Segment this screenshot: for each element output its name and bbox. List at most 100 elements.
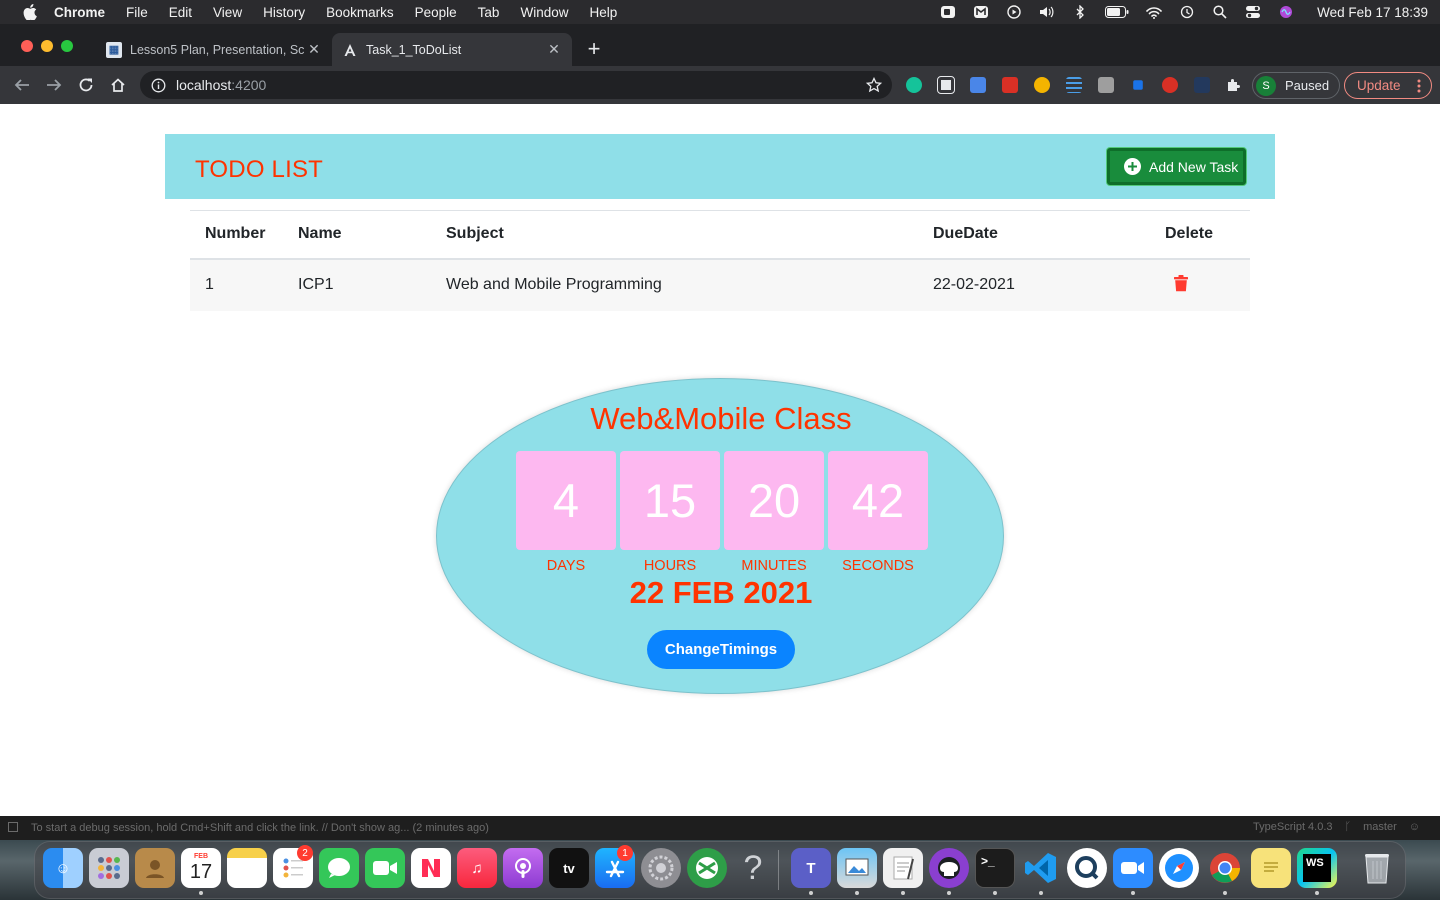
change-timings-button[interactable]: ChangeTimings bbox=[647, 630, 795, 669]
notes-extension-icon[interactable] bbox=[1098, 77, 1114, 93]
forward-arrow-icon[interactable] bbox=[44, 75, 64, 95]
page-title: TODO LIST bbox=[195, 156, 324, 183]
color-picker-extension-icon[interactable] bbox=[1034, 77, 1050, 93]
grammarly-extension-icon[interactable] bbox=[906, 77, 922, 93]
safari-icon[interactable] bbox=[1159, 848, 1199, 888]
panel-toggle-icon[interactable] bbox=[8, 822, 18, 832]
chrome-icon[interactable] bbox=[1205, 848, 1245, 888]
feedback-icon[interactable]: ☺ bbox=[1409, 821, 1420, 833]
calendar-icon[interactable]: FEB 17 bbox=[181, 848, 221, 888]
wifi-icon[interactable] bbox=[1146, 5, 1162, 19]
volume-icon[interactable] bbox=[1039, 5, 1055, 19]
window-close-button[interactable] bbox=[21, 40, 33, 52]
tab-close-icon[interactable]: ✕ bbox=[546, 41, 562, 58]
messages-icon[interactable] bbox=[319, 848, 359, 888]
android-studio-icon[interactable] bbox=[687, 848, 727, 888]
new-tab-plus-icon[interactable]: + bbox=[584, 36, 604, 61]
macos-menu-bar: Chrome File Edit View History Bookmarks … bbox=[0, 0, 1440, 24]
meeting-status-icon[interactable] bbox=[973, 5, 989, 19]
menu-bookmarks[interactable]: Bookmarks bbox=[326, 5, 394, 20]
menu-app-name[interactable]: Chrome bbox=[54, 5, 105, 20]
battery-icon[interactable] bbox=[1105, 5, 1129, 19]
help-question-icon[interactable]: ? bbox=[733, 848, 773, 888]
home-icon[interactable] bbox=[108, 75, 128, 95]
apple-logo-icon[interactable] bbox=[22, 4, 38, 20]
notes-icon[interactable] bbox=[227, 848, 267, 888]
textedit-icon[interactable] bbox=[883, 848, 923, 888]
podcasts-icon[interactable] bbox=[503, 848, 543, 888]
bookmark-star-icon[interactable] bbox=[866, 77, 882, 93]
column-header-duedate: DueDate bbox=[918, 210, 1150, 260]
reader-extension-icon[interactable] bbox=[1066, 77, 1082, 93]
countdown-seconds: 42 SECONDS bbox=[828, 451, 928, 574]
editor-status-bar: To start a debug session, hold Cmd+Shift… bbox=[0, 816, 1440, 840]
lesson-favicon-icon: ▦ bbox=[106, 41, 122, 58]
quicktime-icon[interactable] bbox=[1067, 848, 1107, 888]
back-arrow-icon[interactable] bbox=[12, 75, 32, 95]
plus-circle-icon bbox=[1124, 158, 1141, 175]
extensions-puzzle-icon[interactable] bbox=[1226, 77, 1242, 93]
system-preferences-icon[interactable] bbox=[641, 848, 681, 888]
site-info-icon[interactable] bbox=[150, 77, 166, 93]
tab-lesson5-plan[interactable]: ▦ Lesson5 Plan, Presentation, Sc ✕ bbox=[96, 33, 332, 66]
angular-favicon-icon bbox=[342, 42, 358, 58]
spotlight-search-icon[interactable] bbox=[1212, 5, 1228, 19]
webstorm-icon[interactable]: WS bbox=[1297, 848, 1337, 888]
menu-tab[interactable]: Tab bbox=[478, 5, 500, 20]
menu-people[interactable]: People bbox=[415, 5, 457, 20]
window-zoom-button[interactable] bbox=[61, 40, 73, 52]
stickies-icon[interactable] bbox=[1251, 848, 1291, 888]
reload-icon[interactable] bbox=[76, 75, 96, 95]
git-branch[interactable]: master bbox=[1363, 821, 1397, 833]
time-machine-icon[interactable] bbox=[1179, 5, 1195, 19]
running-indicator bbox=[993, 891, 997, 895]
add-new-task-button[interactable]: Add New Task bbox=[1107, 148, 1246, 185]
more-menu-icon[interactable] bbox=[1417, 78, 1421, 94]
news-icon[interactable] bbox=[411, 848, 451, 888]
launchpad-icon[interactable] bbox=[89, 848, 129, 888]
window-minimize-button[interactable] bbox=[41, 40, 53, 52]
menu-edit[interactable]: Edit bbox=[169, 5, 192, 20]
menu-bar-clock[interactable]: Wed Feb 17 18:39 bbox=[1317, 5, 1428, 20]
docs-extension-icon[interactable] bbox=[1133, 80, 1143, 90]
countdown-hours: 15 HOURS bbox=[620, 451, 720, 574]
tab-title: Task_1_ToDoList bbox=[366, 42, 462, 57]
play-status-icon[interactable] bbox=[1006, 5, 1022, 19]
music-icon[interactable]: ♫ bbox=[457, 848, 497, 888]
finder-icon[interactable]: ☺ bbox=[43, 848, 83, 888]
siri-icon[interactable] bbox=[1278, 5, 1294, 19]
menu-file[interactable]: File bbox=[126, 5, 148, 20]
adblock-extension-icon[interactable] bbox=[1162, 77, 1178, 93]
trash-bin-icon[interactable] bbox=[1357, 848, 1397, 888]
tab-close-icon[interactable]: ✕ bbox=[306, 41, 322, 58]
control-center-icon[interactable] bbox=[1245, 5, 1261, 19]
github-desktop-icon[interactable] bbox=[929, 848, 969, 888]
menu-history[interactable]: History bbox=[263, 5, 305, 20]
menu-help[interactable]: Help bbox=[589, 5, 617, 20]
tab-task-todolist[interactable]: Task_1_ToDoList ✕ bbox=[332, 33, 572, 66]
google-translate-extension-icon[interactable] bbox=[970, 77, 986, 93]
terminal-icon[interactable]: >_ bbox=[975, 848, 1015, 888]
chrome-update-button[interactable]: Update bbox=[1344, 72, 1432, 99]
profile-paused-button[interactable]: S Paused bbox=[1252, 72, 1340, 99]
vscode-icon[interactable] bbox=[1021, 848, 1061, 888]
zoom-icon[interactable] bbox=[1113, 848, 1153, 888]
preview-icon[interactable] bbox=[837, 848, 877, 888]
apple-tv-icon[interactable]: tv bbox=[549, 848, 589, 888]
teams-icon[interactable]: T bbox=[791, 848, 831, 888]
trash-icon[interactable] bbox=[1174, 274, 1188, 292]
contacts-icon[interactable] bbox=[135, 848, 175, 888]
pdf-extension-icon[interactable] bbox=[1002, 77, 1018, 93]
zoom-status-icon[interactable] bbox=[940, 5, 956, 19]
menu-window[interactable]: Window bbox=[520, 5, 568, 20]
facetime-icon[interactable] bbox=[365, 848, 405, 888]
calendar-day: 17 bbox=[189, 861, 213, 883]
address-bar[interactable]: localhost:4200 bbox=[140, 71, 892, 99]
bluetooth-icon[interactable] bbox=[1072, 5, 1088, 19]
browser-toolbar: localhost:4200 bbox=[0, 66, 1440, 104]
task-subject: Web and Mobile Programming bbox=[431, 258, 918, 311]
typescript-version[interactable]: TypeScript 4.0.3 bbox=[1253, 821, 1333, 833]
dev-extension-icon[interactable] bbox=[1194, 77, 1210, 93]
tab-extension-icon[interactable] bbox=[937, 76, 955, 94]
menu-view[interactable]: View bbox=[213, 5, 242, 20]
